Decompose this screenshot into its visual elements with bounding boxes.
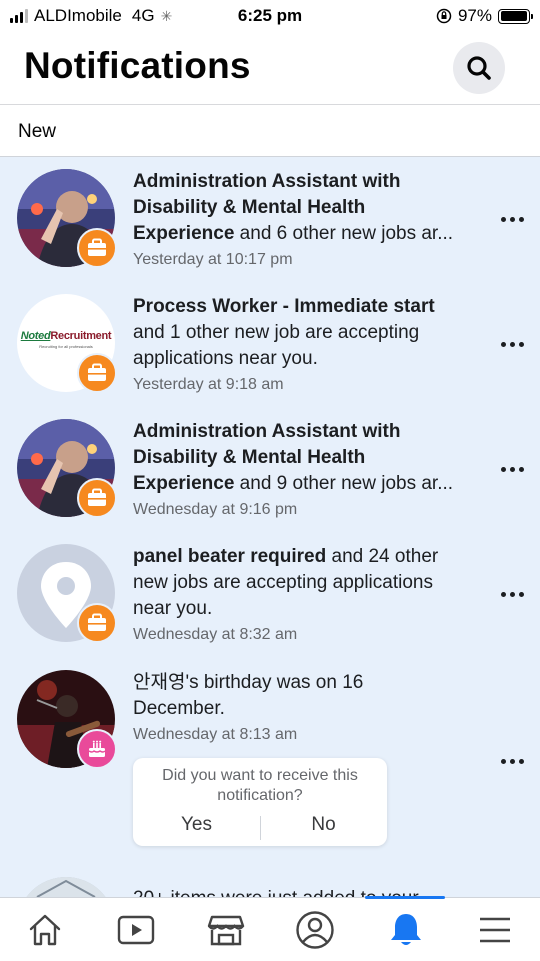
job-title: Process Worker - Immediate start <box>133 296 435 317</box>
job-title-line: Administration Assistant with <box>133 171 401 192</box>
notification-list[interactable]: Administration Assistant with Disability… <box>0 157 540 897</box>
job-title-line: Experience <box>133 473 235 494</box>
search-icon <box>467 56 491 80</box>
more-options-button[interactable] <box>501 464 525 474</box>
notification-body: and 6 other new jobs ar... <box>234 223 454 244</box>
notification-item[interactable]: 20+ items were just added to your <box>0 877 540 897</box>
briefcase-icon <box>88 488 106 506</box>
status-bar: ALDImobile 4G ✳ 6:25 pm 97% <box>0 0 540 32</box>
bottom-navigation <box>0 896 540 961</box>
home-icon <box>29 914 61 946</box>
notification-text: Process Worker - Immediate start and 1 o… <box>133 294 489 397</box>
feedback-no-button[interactable]: No <box>260 814 387 836</box>
section-label: New <box>18 121 57 142</box>
notification-item[interactable]: Administration Assistant with Disability… <box>0 157 540 282</box>
notification-body: near you. <box>133 598 213 619</box>
tab-marketplace[interactable] <box>204 910 248 950</box>
button-separator <box>260 816 261 840</box>
notification-body: new jobs are accepting applications <box>133 572 433 593</box>
search-button[interactable] <box>453 42 505 94</box>
page-title: Notifications <box>24 45 251 86</box>
notification-body: applications near you. <box>133 348 318 369</box>
more-options-button[interactable] <box>501 756 525 766</box>
tab-profile[interactable] <box>293 910 337 950</box>
job-title-line: Experience <box>133 223 235 244</box>
tab-menu[interactable] <box>473 910 517 950</box>
job-title-line: Disability & Mental Health <box>133 447 366 468</box>
notification-time: Yesterday at 9:18 am <box>133 376 284 393</box>
tab-video[interactable] <box>114 910 158 950</box>
job-title-line: Administration Assistant with <box>133 421 401 442</box>
more-options-button[interactable] <box>501 589 525 599</box>
job-title-line: Disability & Mental Health <box>133 197 366 218</box>
notification-text: panel beater required and 24 other new j… <box>133 544 489 647</box>
page-header: Notifications <box>0 32 540 104</box>
notification-text: Administration Assistant with Disability… <box>133 419 489 522</box>
job-badge <box>77 603 117 643</box>
job-badge <box>77 478 117 518</box>
more-options-button[interactable] <box>501 214 525 224</box>
job-badge <box>77 353 117 393</box>
notification-time: Yesterday at 10:17 pm <box>133 251 293 268</box>
notification-item[interactable]: panel beater required and 24 other new j… <box>0 532 540 657</box>
birthday-cake-icon <box>88 740 106 757</box>
video-icon <box>117 915 155 945</box>
battery-percent: 97% <box>457 6 492 25</box>
notification-time: Wednesday at 8:13 am <box>133 726 298 743</box>
marketplace-icon <box>207 915 245 946</box>
notification-body: and 1 other new job are accepting <box>133 322 420 343</box>
notifications-bell-icon <box>391 914 421 945</box>
feedback-yes-button[interactable]: Yes <box>133 814 260 836</box>
notification-item[interactable]: NotedRecruitment Recruiting for all prof… <box>0 282 540 407</box>
company-logo: NotedRecruitment <box>20 330 112 342</box>
company-tagline: Recruiting for all professionals <box>39 344 93 349</box>
section-header-new: New <box>0 105 540 157</box>
battery-icon <box>498 8 533 24</box>
briefcase-icon <box>88 613 106 631</box>
notification-body: and 9 other new jobs ar... <box>234 473 454 494</box>
briefcase-icon <box>88 363 106 381</box>
notification-time: Wednesday at 8:32 am <box>133 626 298 643</box>
orientation-lock-icon <box>436 8 452 24</box>
notification-body: December. <box>133 698 225 719</box>
job-badge <box>77 228 117 268</box>
tab-home[interactable] <box>23 910 67 950</box>
notification-text: Administration Assistant with Disability… <box>133 169 489 272</box>
menu-icon <box>480 917 510 943</box>
notification-body: and 24 other <box>326 546 439 567</box>
avatar <box>17 877 115 897</box>
active-tab-indicator <box>365 896 445 899</box>
more-options-button[interactable] <box>501 339 525 349</box>
notification-time: Wednesday at 9:16 pm <box>133 501 298 518</box>
job-title: panel beater required <box>133 546 327 567</box>
briefcase-icon <box>88 238 106 256</box>
notification-item[interactable]: Administration Assistant with Disability… <box>0 407 540 532</box>
birthday-badge <box>77 729 117 769</box>
notification-feedback-prompt: Did you want to receive this notificatio… <box>133 758 387 846</box>
feedback-question: Did you want to receive this notificatio… <box>162 767 358 804</box>
notification-text: 안재영's birthday was on 16 December. Wedne… <box>133 670 489 747</box>
profile-icon <box>296 911 334 949</box>
notification-body: 안재영's birthday was on 16 <box>133 672 364 693</box>
tab-notifications[interactable] <box>384 910 428 950</box>
